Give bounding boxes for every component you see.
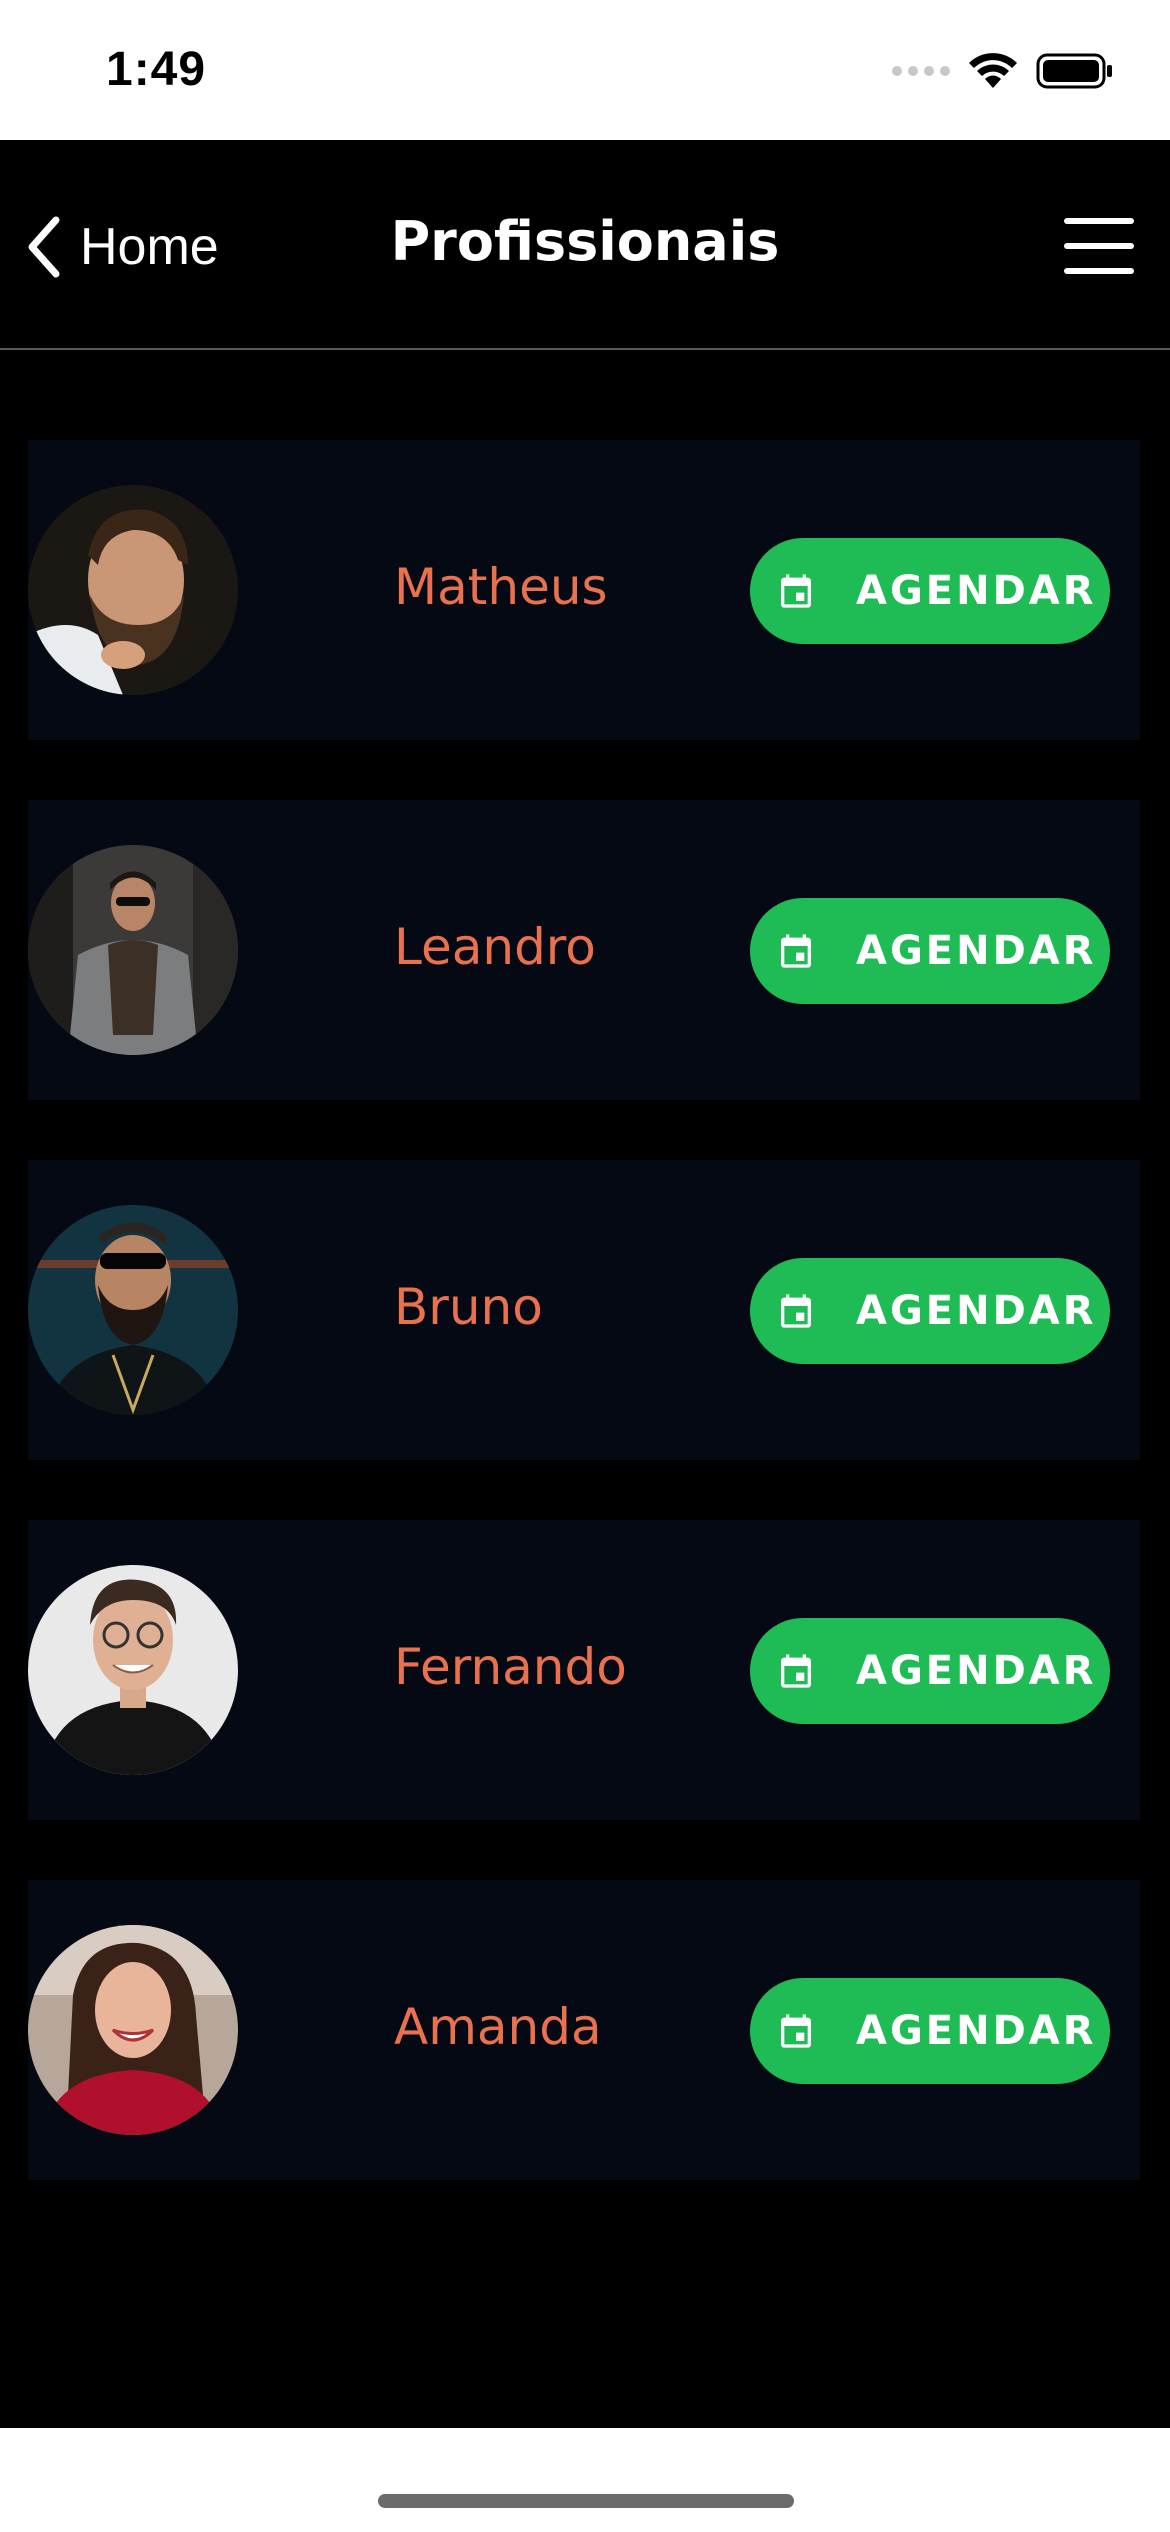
avatar	[28, 1565, 238, 1775]
agendar-label: AGENDAR	[856, 568, 1097, 614]
agendar-button[interactable]: AGENDAR	[750, 898, 1110, 1004]
professional-card: Fernando AGENDAR	[28, 1520, 1140, 1820]
professional-card: Amanda AGENDAR	[28, 1880, 1140, 2180]
agendar-label: AGENDAR	[856, 1288, 1097, 1334]
professionals-list: Matheus AGENDAR Leandro AGENDAR Bruno AG…	[28, 440, 1140, 2240]
calendar-icon	[781, 1654, 811, 1688]
battery-icon	[1036, 53, 1112, 89]
calendar-icon	[781, 574, 811, 608]
professional-name: Amanda	[394, 1998, 602, 2056]
avatar	[28, 1925, 238, 2135]
home-indicator[interactable]	[378, 2494, 794, 2508]
agendar-label: AGENDAR	[856, 1648, 1097, 1694]
agendar-button[interactable]: AGENDAR	[750, 538, 1110, 644]
professional-card: Matheus AGENDAR	[28, 440, 1140, 740]
calendar-icon	[781, 934, 811, 968]
avatar	[28, 1205, 238, 1415]
avatar	[28, 845, 238, 1055]
status-time: 1:49	[106, 43, 207, 96]
status-icons	[892, 52, 1114, 90]
calendar-icon	[781, 1294, 811, 1328]
agendar-label: AGENDAR	[856, 928, 1097, 974]
agendar-button[interactable]: AGENDAR	[750, 1258, 1110, 1364]
professional-card: Bruno AGENDAR	[28, 1160, 1140, 1460]
agendar-button[interactable]: AGENDAR	[750, 1618, 1110, 1724]
professional-name: Leandro	[394, 918, 596, 976]
professional-card: Leandro AGENDAR	[28, 800, 1140, 1100]
agendar-label: AGENDAR	[856, 2008, 1097, 2054]
wifi-icon	[969, 53, 1017, 88]
cellular-signal-icon	[892, 66, 950, 76]
professional-name: Fernando	[394, 1638, 627, 1696]
page-title: Profissionais	[390, 210, 780, 273]
status-bar: 1:49	[0, 0, 1170, 140]
menu-icon[interactable]	[1064, 218, 1134, 274]
home-indicator-area	[0, 2428, 1170, 2532]
avatar	[28, 485, 238, 695]
professional-name: Matheus	[394, 558, 608, 616]
professional-name: Bruno	[394, 1278, 543, 1336]
agendar-button[interactable]: AGENDAR	[750, 1978, 1110, 2084]
calendar-icon	[781, 2014, 811, 2048]
navigation-bar: Home Profissionais	[0, 140, 1170, 350]
